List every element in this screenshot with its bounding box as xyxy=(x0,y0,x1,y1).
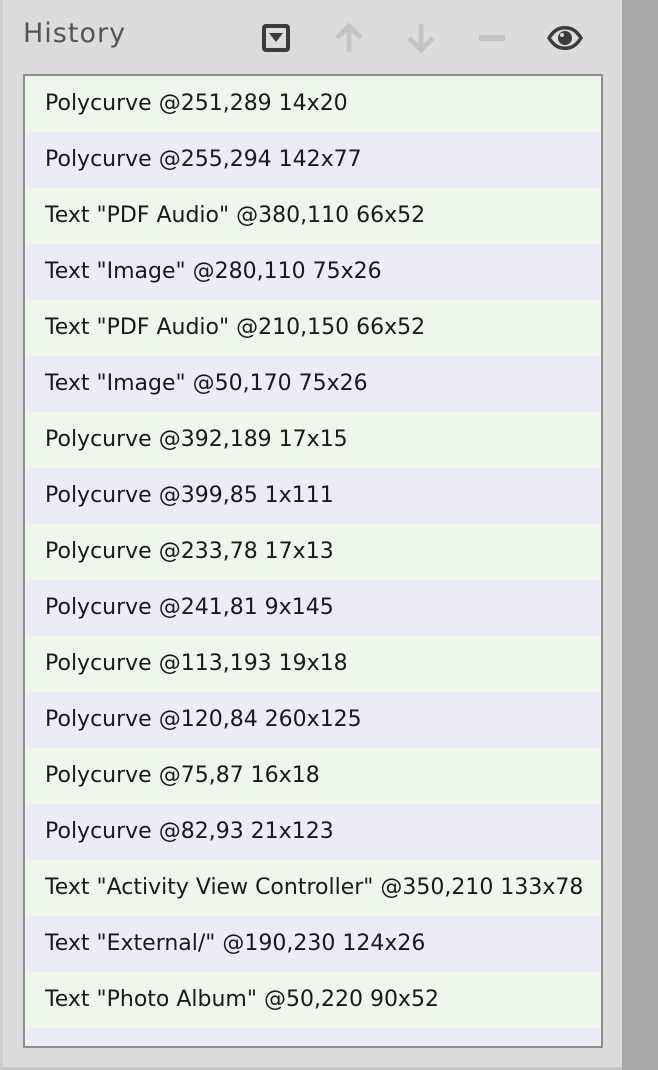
history-item[interactable]: Polycurve @75,87 16x18 xyxy=(25,748,601,804)
history-items: Polycurve @251,289 14x20 Polycurve @255,2… xyxy=(25,76,601,1046)
history-item[interactable]: Text "Photo Album" @50,220 90x52 xyxy=(25,972,601,1028)
eye-icon xyxy=(547,26,583,50)
history-item[interactable]: Polycurve @82,93 21x123 xyxy=(25,804,601,860)
arrow-up-icon xyxy=(335,22,363,52)
history-item[interactable]: Polycurve @233,78 17x13 xyxy=(25,524,601,580)
history-item[interactable]: Polycurve @392,189 17x15 xyxy=(25,412,601,468)
move-up-button[interactable] xyxy=(329,18,369,58)
dropdown-square-icon xyxy=(262,24,290,52)
collapse-button[interactable] xyxy=(256,18,296,58)
panel-title: History xyxy=(23,18,127,49)
history-list[interactable]: Polycurve @251,289 14x20 Polycurve @255,2… xyxy=(23,74,603,1048)
history-item[interactable]: Polycurve @120,84 260x125 xyxy=(25,692,601,748)
history-item[interactable]: Polycurve @251,289 14x20 xyxy=(25,76,601,132)
history-item[interactable]: Text "External/" @190,230 124x26 xyxy=(25,916,601,972)
history-item[interactable]: Polycurve @255,294 142x77 xyxy=(25,132,601,188)
move-down-button[interactable] xyxy=(401,18,441,58)
arrow-down-icon xyxy=(407,24,435,54)
minus-icon xyxy=(479,35,505,41)
history-item[interactable]: Text "Activity View Controller" @350,210… xyxy=(25,860,601,916)
history-item[interactable]: Text "PDF Audio" @380,110 66x52 xyxy=(25,188,601,244)
history-item-partial[interactable] xyxy=(25,1028,601,1046)
visibility-button[interactable] xyxy=(545,18,585,58)
history-item[interactable]: Text "Image" @50,170 75x26 xyxy=(25,356,601,412)
history-item[interactable]: Polycurve @399,85 1x111 xyxy=(25,468,601,524)
panel-header: History xyxy=(3,0,625,74)
remove-button[interactable] xyxy=(472,18,512,58)
history-item[interactable]: Text "Image" @280,110 75x26 xyxy=(25,244,601,300)
history-item[interactable]: Polycurve @241,81 9x145 xyxy=(25,580,601,636)
history-item[interactable]: Text "PDF Audio" @210,150 66x52 xyxy=(25,300,601,356)
history-item[interactable]: Polycurve @113,193 19x18 xyxy=(25,636,601,692)
history-panel: History Polycurve @251,289 14x20 Polycur… xyxy=(0,0,622,1070)
